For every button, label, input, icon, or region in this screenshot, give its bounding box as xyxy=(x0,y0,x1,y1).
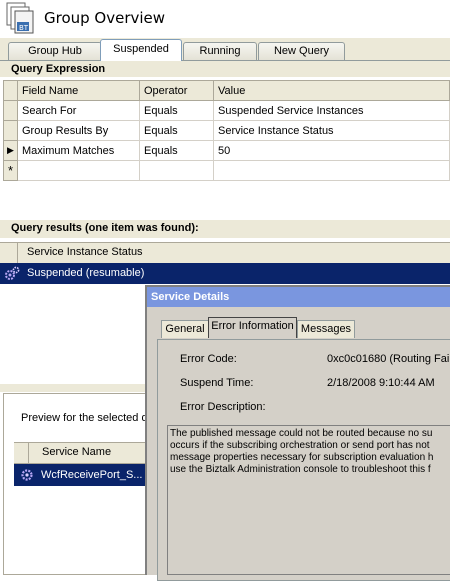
tab-general[interactable]: General xyxy=(161,320,209,338)
suspend-time-label: Suspend Time: xyxy=(180,377,254,389)
description-line: use the Biztalk Administration console t… xyxy=(170,464,431,475)
value-cell[interactable] xyxy=(213,160,450,181)
value-cell[interactable]: Service Instance Status xyxy=(213,120,450,141)
new-row[interactable]: * xyxy=(3,160,450,181)
value-cell[interactable]: 50 xyxy=(213,140,450,161)
service-details-window: Service Details General Error Informatio… xyxy=(145,285,450,581)
query-grid-area: Field Name Operator Value Search For Equ… xyxy=(3,80,450,220)
field-cell[interactable]: Group Results By xyxy=(17,120,140,141)
row-header-corner xyxy=(3,80,18,101)
operator-cell[interactable] xyxy=(139,160,214,181)
field-cell[interactable]: Search For xyxy=(17,100,140,121)
svg-text:BT: BT xyxy=(19,24,29,32)
column-header-service-name[interactable]: Service Name xyxy=(42,446,111,458)
query-grid-header: Field Name Operator Value xyxy=(3,80,450,101)
tab-suspended[interactable]: Suspended xyxy=(100,39,182,61)
tab-error-information[interactable]: Error Information xyxy=(208,317,297,338)
suspend-time-value: 2/18/2008 9:10:44 AM xyxy=(327,377,435,389)
row-header[interactable] xyxy=(3,120,18,141)
table-row[interactable]: Search For Equals Suspended Service Inst… xyxy=(3,100,450,121)
row-header[interactable] xyxy=(3,100,18,121)
tab-new-query[interactable]: New Query xyxy=(258,42,345,60)
result-row-suspended[interactable]: Suspended (resumable) xyxy=(0,263,450,284)
tab-running[interactable]: Running xyxy=(183,42,257,60)
page-title: Group Overview xyxy=(44,9,166,27)
operator-cell[interactable]: Equals xyxy=(139,100,214,121)
new-row-indicator[interactable]: * xyxy=(3,160,18,181)
description-line: The published message could not be route… xyxy=(170,428,433,439)
column-header-value[interactable]: Value xyxy=(213,80,450,101)
column-header-operator[interactable]: Operator xyxy=(139,80,214,101)
operator-cell[interactable]: Equals xyxy=(139,120,214,141)
service-details-tab-bar: General Error Information Messages xyxy=(147,317,450,339)
tab-group-hub[interactable]: Group Hub xyxy=(8,42,102,60)
row-header-corner xyxy=(3,243,18,263)
operator-cell[interactable]: Equals xyxy=(139,140,214,161)
tab-bar: Group Hub Suspended Running New Query xyxy=(0,38,450,61)
row-header-corner xyxy=(14,443,29,463)
gears-icon xyxy=(4,266,20,282)
column-header-field-name[interactable]: Field Name xyxy=(17,80,140,101)
table-row[interactable]: Group Results By Equals Service Instance… xyxy=(3,120,450,141)
error-code-label: Error Code: xyxy=(180,353,237,365)
column-header-service-instance-status[interactable]: Service Instance Status xyxy=(27,246,143,258)
error-description-textbox[interactable]: The published message could not be route… xyxy=(167,425,450,575)
preview-label: Preview for the selected q xyxy=(21,412,148,424)
description-line: occurs if the subscribing orchestration … xyxy=(170,440,430,451)
header: BT Group Overview xyxy=(0,0,450,38)
value-cell[interactable]: Suspended Service Instances xyxy=(213,100,450,121)
field-cell[interactable]: Maximum Matches xyxy=(17,140,140,161)
tab-messages[interactable]: Messages xyxy=(297,320,355,338)
gears-icon xyxy=(19,467,35,483)
preview-row-label: WcfReceivePort_S... xyxy=(41,469,143,481)
error-code-value: 0xc0c01680 (Routing Failu xyxy=(327,353,450,365)
preview-grid-header: Service Name xyxy=(14,442,147,464)
error-description-label: Error Description: xyxy=(180,401,266,413)
preview-row-selected[interactable]: WcfReceivePort_S... xyxy=(14,464,147,486)
query-expression-header: Query Expression xyxy=(0,61,450,77)
results-grid-header: Service Instance Status xyxy=(0,242,450,264)
current-row-indicator[interactable]: ▶ xyxy=(3,140,18,161)
preview-pane: Preview for the selected q Service Name … xyxy=(3,393,148,575)
description-line: message properties necessary for subscri… xyxy=(170,452,434,463)
query-results-header: Query results (one item was found): xyxy=(0,220,450,238)
field-cell[interactable] xyxy=(17,160,140,181)
result-row-label: Suspended (resumable) xyxy=(27,267,145,279)
pane-splitter[interactable] xyxy=(0,384,145,392)
table-row[interactable]: ▶ Maximum Matches Equals 50 xyxy=(3,140,450,161)
group-overview-icon: BT xyxy=(4,2,36,34)
service-details-title[interactable]: Service Details xyxy=(147,287,450,307)
query-grid: Field Name Operator Value Search For Equ… xyxy=(3,80,450,181)
